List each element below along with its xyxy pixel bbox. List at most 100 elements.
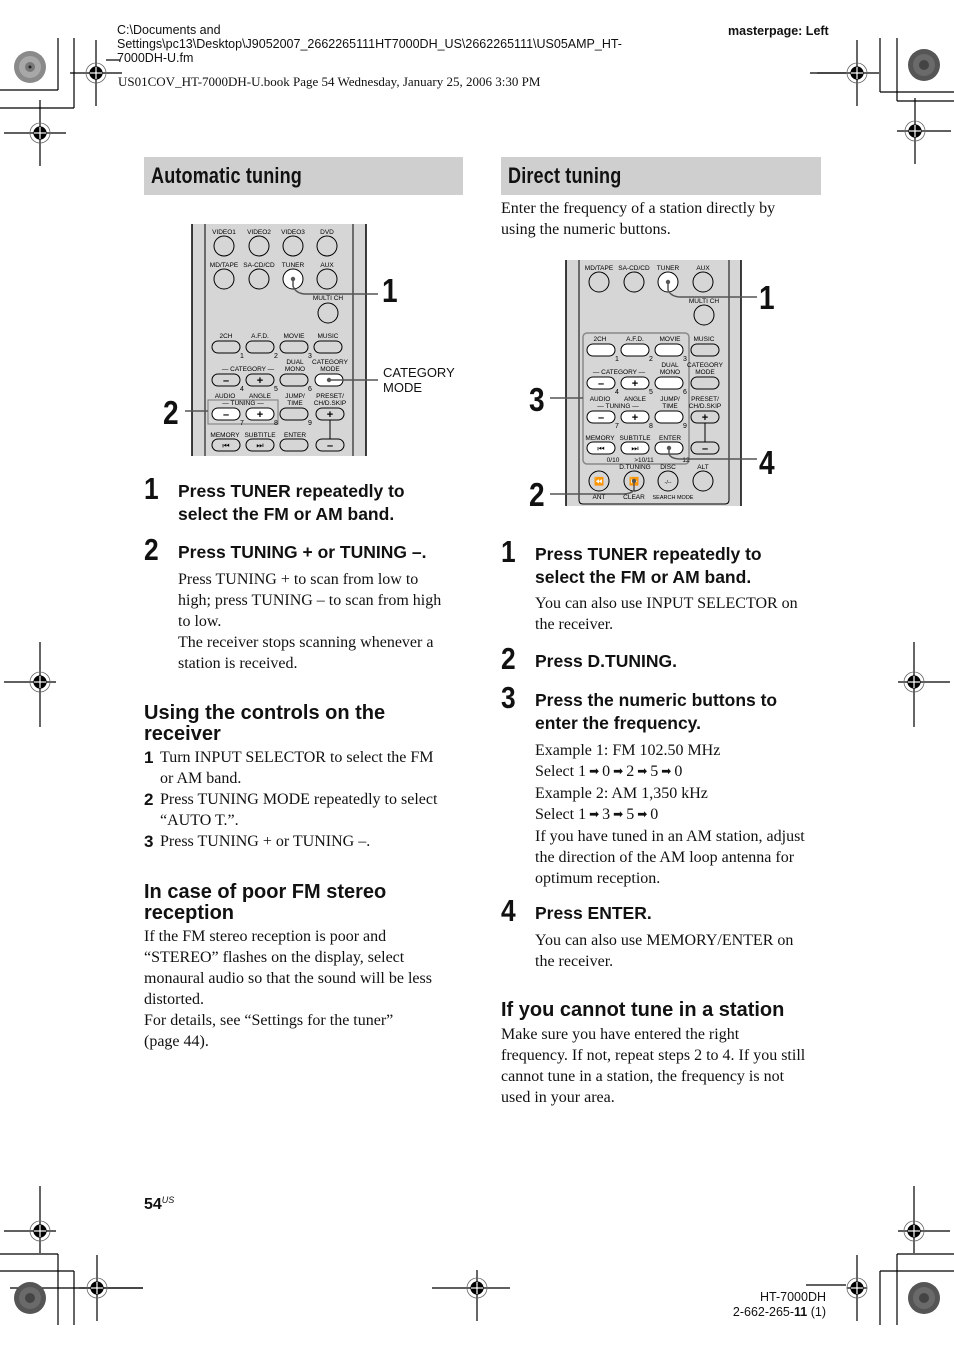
text: cannot tune in a station, the frequency … [501, 1068, 785, 1085]
registration-target [898, 642, 950, 727]
aux-button [692, 271, 714, 293]
dvd-button [316, 235, 338, 257]
registration-target [4, 100, 66, 166]
frequency-examples: Example 1: FM 102.50 MHz Select 1 ➡ 0 ➡ 2 ➡ 5 ➡… [535, 740, 805, 889]
text: select the FM or AM band. [178, 504, 395, 524]
text: US [161, 1195, 175, 1205]
text: In case of poor FM stereo [144, 881, 387, 903]
registration-target [4, 1186, 56, 1253]
text: 7000DH-U.fm [117, 51, 194, 65]
direct-tuning-intro: Enter the frequency of a station directl… [501, 198, 775, 240]
text: 2 [649, 356, 653, 363]
text: 1 [578, 763, 587, 780]
text: 3 [144, 832, 154, 851]
callout-3: 3 [529, 381, 545, 418]
step-number: 4 [501, 893, 516, 928]
label-mono: MONO [660, 369, 680, 376]
text: 3 [308, 353, 312, 360]
text: Make sure you have entered the right [501, 1026, 740, 1043]
text: If the FM stereo reception is poor and [144, 928, 387, 945]
text: 2 [144, 790, 154, 809]
text: – [598, 412, 604, 424]
text: receiver [144, 723, 221, 745]
label-movie: MOVIE [284, 333, 306, 340]
text: + [257, 409, 263, 421]
label-music: MUSIC [694, 336, 715, 343]
label-preset: PRESET/ [316, 393, 344, 400]
text: You can also use MEMORY/ENTER on [535, 932, 794, 949]
label-12: 12 [682, 457, 690, 464]
step-number: 1 [144, 471, 159, 506]
multi-ch-button [317, 302, 339, 324]
category-mode-button [690, 376, 720, 390]
cannot-tune-heading: If you cannot tune in a station [501, 999, 785, 1021]
example-1-sequence: Select 1 ➡ 0 ➡ 2 ➡ 5 ➡ 0 [535, 761, 805, 783]
text: 3 [602, 806, 611, 823]
text: – [223, 409, 229, 421]
label-jump: JUMP/ [285, 393, 305, 400]
remote-illustration-auto: VIDEO1 VIDEO2 VIDEO3 DVD MD/TAPE SA-CD/C… [185, 224, 378, 456]
poor-fm-body: If the FM stereo reception is poor and “… [144, 926, 432, 1052]
color-rosette [14, 51, 46, 83]
text: 11 [794, 1305, 808, 1319]
step-title: Press TUNER repeatedly to select the FM … [178, 480, 405, 526]
callout-1: 1 [759, 279, 775, 316]
text: select the FM or AM band. [535, 567, 752, 587]
text: 5 [650, 763, 659, 780]
text: Turn INPUT SELECTOR to select the FM [160, 749, 434, 766]
label-10-11: >10/11 [634, 457, 654, 464]
registration-target [897, 98, 951, 164]
text: Using the controls on the [144, 702, 386, 724]
text: “STEREO” flashes on the display, select [144, 949, 405, 966]
file-path: C:\Documents and Settings\pc13\Desktop\J… [117, 23, 677, 65]
text: “AUTO T.”. [160, 812, 239, 829]
label-tuner: TUNER [657, 265, 680, 272]
text: Select [535, 763, 575, 780]
label-aux: AUX [320, 262, 334, 269]
label-category-mode: CATEGORY [687, 362, 724, 369]
label-audio: AUDIO [215, 393, 236, 400]
registration-target [846, 1255, 868, 1321]
text: distorted. [144, 991, 204, 1008]
label-music: MUSIC [318, 333, 339, 340]
text: 5 [649, 389, 653, 396]
text: using the numeric buttons. [501, 221, 671, 238]
arrow-icon: ➡ [637, 807, 648, 821]
category-mode-callout-label: CATEGORY MODE [383, 365, 455, 395]
text: If you have tuned in an AM station, adju… [535, 828, 805, 845]
text: 1 [240, 353, 244, 360]
afd-button [245, 340, 275, 354]
label-0-10: 0/10 [607, 457, 620, 464]
text: – [598, 378, 604, 390]
color-rosette [908, 49, 940, 81]
text: HT-7000DH [760, 1290, 826, 1304]
label-aux: AUX [696, 265, 710, 272]
label-jump: JUMP/ [660, 396, 680, 403]
label-multi-ch: MULTI CH [313, 295, 344, 302]
text: 2 [626, 763, 635, 780]
text: 3 [683, 356, 687, 363]
alt-button [692, 470, 714, 492]
2ch-button [211, 340, 241, 354]
text: CATEGORY [383, 365, 455, 380]
remote-illustration-direct: MD/TAPE SA-CD/CD TUNER AUX MULTI CH 2CH … [550, 260, 757, 506]
callout-2: 2 [163, 394, 179, 431]
label-d-tuning: D.TUNING [619, 464, 650, 471]
label-tuner: TUNER [282, 262, 305, 269]
registration-target [898, 1186, 950, 1253]
label-subtitle: SUBTITLE [619, 435, 651, 442]
label-category: — CATEGORY — [222, 366, 275, 373]
text: Example 2: AM 1,350 kHz [535, 785, 708, 802]
text: 7 [615, 423, 619, 430]
label-angle: ANGLE [624, 396, 647, 403]
text: – [702, 443, 708, 455]
text: – [327, 440, 333, 452]
label-multi-ch: MULTI CH [689, 298, 720, 305]
text: Enter the frequency of a station directl… [501, 200, 776, 217]
text: 4 [615, 389, 619, 396]
text: high; press TUNING – to scan from high [178, 592, 442, 609]
text: 8 [649, 423, 653, 430]
previous-icon: ⏮ [597, 444, 604, 453]
label-dual: DUAL [661, 362, 679, 369]
text: the receiver. [535, 953, 614, 970]
